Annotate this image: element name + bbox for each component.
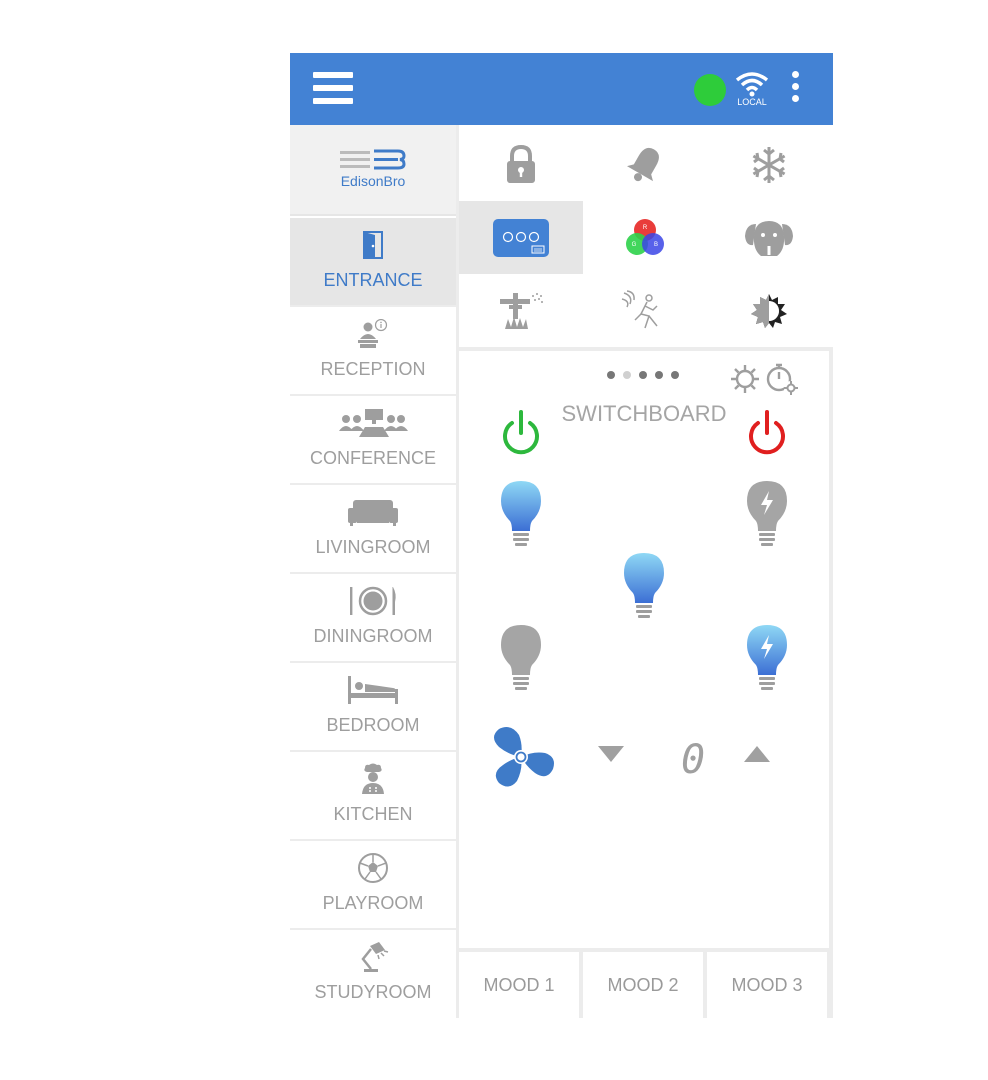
receptionist-icon xyxy=(290,317,456,351)
sidebar-item-livingroom[interactable]: LIVINGROOM xyxy=(290,485,456,574)
device-grid: R G B xyxy=(459,128,833,349)
sidebar-item-label: CONFERENCE xyxy=(309,448,436,468)
light-bulb-icon[interactable] xyxy=(745,479,789,554)
door-icon xyxy=(290,228,456,262)
room-sidebar: EdisonBro ENTRANCE RECEPTION CONFERENCE … xyxy=(290,125,456,1018)
settings-gear-icon[interactable] xyxy=(729,363,761,400)
sidebar-item-label: DININGROOM xyxy=(313,626,433,646)
rgb-icon[interactable]: R G B xyxy=(583,201,707,274)
page-dot[interactable] xyxy=(655,371,663,379)
fan-speed-display: 0 xyxy=(681,737,706,783)
svg-text:B: B xyxy=(654,242,658,248)
sidebar-item-conference[interactable]: CONFERENCE xyxy=(290,396,456,485)
sidebar-item-label: STUDYROOM xyxy=(314,982,432,1002)
chef-icon xyxy=(290,762,456,796)
mood-1-button[interactable]: MOOD 1 xyxy=(459,952,579,1018)
brand-name: EdisonBro xyxy=(340,173,406,189)
timer-settings-icon[interactable] xyxy=(764,361,800,402)
page-dot[interactable] xyxy=(639,371,647,379)
bed-icon xyxy=(290,673,456,707)
mood-2-button[interactable]: MOOD 2 xyxy=(583,952,703,1018)
light-bulb-icon[interactable] xyxy=(622,551,666,626)
brand-logo: EdisonBro xyxy=(290,125,456,216)
motion-icon[interactable] xyxy=(583,274,707,347)
sidebar-item-label: RECEPTION xyxy=(320,359,426,379)
mood-3-button[interactable]: MOOD 3 xyxy=(707,952,827,1018)
bell-icon[interactable] xyxy=(583,128,707,201)
sidebar-item-studyroom[interactable]: STUDYROOM xyxy=(290,930,456,1017)
mood-bar: MOOD 1 MOOD 2 MOOD 3 xyxy=(459,948,833,1018)
sidebar-item-label: LIVINGROOM xyxy=(315,537,431,557)
sidebar-item-bedroom[interactable]: BEDROOM xyxy=(290,663,456,752)
light-bulb-icon[interactable] xyxy=(499,623,543,698)
snowflake-icon[interactable] xyxy=(707,128,831,201)
wifi-icon[interactable]: LOCAL xyxy=(734,71,770,109)
increase-speed-button[interactable] xyxy=(743,745,771,768)
connection-mode-label: LOCAL xyxy=(737,97,767,107)
fan-icon[interactable] xyxy=(485,721,557,798)
sidebar-item-reception[interactable]: RECEPTION xyxy=(290,307,456,396)
app-window: LOCAL EdisonBro ENTRANCE RECEPTION CONFE… xyxy=(290,53,833,1018)
sidebar-item-label: KITCHEN xyxy=(333,804,413,824)
page-dot[interactable] xyxy=(671,371,679,379)
light-bulb-icon[interactable] xyxy=(499,479,543,554)
sidebar-item-label: BEDROOM xyxy=(326,715,420,735)
svg-text:G: G xyxy=(632,242,637,248)
page-indicator[interactable] xyxy=(607,371,679,379)
selection-pointer xyxy=(459,286,473,302)
page-dot-current[interactable] xyxy=(623,371,631,379)
light-bulb-icon[interactable] xyxy=(745,623,789,698)
desk-lamp-icon xyxy=(290,940,456,974)
all-off-power-icon[interactable] xyxy=(745,409,789,462)
sidebar-item-label: ENTRANCE xyxy=(323,270,423,290)
menu-icon[interactable] xyxy=(313,72,353,105)
page-dot[interactable] xyxy=(607,371,615,379)
all-on-power-icon[interactable] xyxy=(499,409,543,462)
svg-text:R: R xyxy=(643,225,648,231)
sofa-icon xyxy=(290,495,456,529)
switchboard-panel: SWITCHBOARD 0 xyxy=(459,351,829,948)
lock-icon[interactable] xyxy=(459,128,583,201)
top-bar: LOCAL xyxy=(290,53,833,125)
more-options-icon[interactable] xyxy=(788,71,802,107)
sidebar-item-entrance[interactable]: ENTRANCE xyxy=(290,218,456,307)
panel-border xyxy=(829,351,833,1018)
switchboard-icon[interactable] xyxy=(459,201,583,274)
sidebar-item-kitchen[interactable]: KITCHEN xyxy=(290,752,456,841)
conference-icon xyxy=(290,406,456,440)
dog-icon[interactable] xyxy=(707,201,831,274)
decrease-speed-button[interactable] xyxy=(597,745,625,768)
dining-icon xyxy=(290,584,456,618)
sprinkler-icon[interactable] xyxy=(459,274,583,347)
connection-status-indicator xyxy=(694,74,726,106)
sidebar-item-playroom[interactable]: PLAYROOM xyxy=(290,841,456,930)
logo-icon xyxy=(340,149,406,170)
sidebar-item-diningroom[interactable]: DININGROOM xyxy=(290,574,456,663)
sidebar-item-label: PLAYROOM xyxy=(322,893,424,913)
soccer-ball-icon xyxy=(290,851,456,885)
brightness-icon[interactable] xyxy=(707,274,831,347)
